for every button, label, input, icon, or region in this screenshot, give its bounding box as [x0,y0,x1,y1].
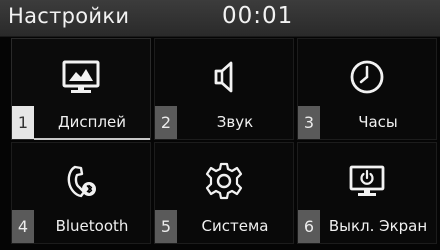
page-title: Настройки [8,4,130,28]
tile-number: 3 [298,106,320,139]
tile-label: Выкл. Экран [328,217,428,235]
tile-label: Bluetooth [55,217,129,235]
tile-number: 2 [155,106,177,139]
clock-display: 00:01 [222,3,294,29]
tile-number: 5 [155,210,177,243]
settings-screen: Настройки 00:01 1 Дисплей 2 Звук 3 Часы … [0,0,440,250]
tile-clock[interactable]: 3 Часы [297,38,437,140]
speaker-icon [214,61,233,93]
tile-display[interactable]: 1 Дисплей [11,38,151,140]
tile-label: Система [201,217,269,235]
settings-grid: 1 Дисплей 2 Звук 3 Часы 4 Bluetooth 5 Си… [11,38,440,244]
clock-icon [350,60,384,94]
tile-system[interactable]: 5 Система [154,142,294,244]
screen-off-icon [349,165,385,196]
tile-label: Часы [358,113,398,131]
bluetooth-phone-icon [67,165,96,198]
tile-number: 6 [298,210,320,243]
tile-number: 1 [12,106,34,139]
display-icon [62,60,100,93]
tile-number: 4 [12,210,34,243]
tile-screen-off[interactable]: 6 Выкл. Экран [297,142,437,244]
gear-icon [205,162,243,200]
tile-label: Звук [216,113,254,131]
header-bar: Настройки 00:01 [0,0,440,37]
tile-bluetooth[interactable]: 4 Bluetooth [11,142,151,244]
tile-label: Дисплей [57,113,127,131]
tile-sound[interactable]: 2 Звук [154,38,294,140]
